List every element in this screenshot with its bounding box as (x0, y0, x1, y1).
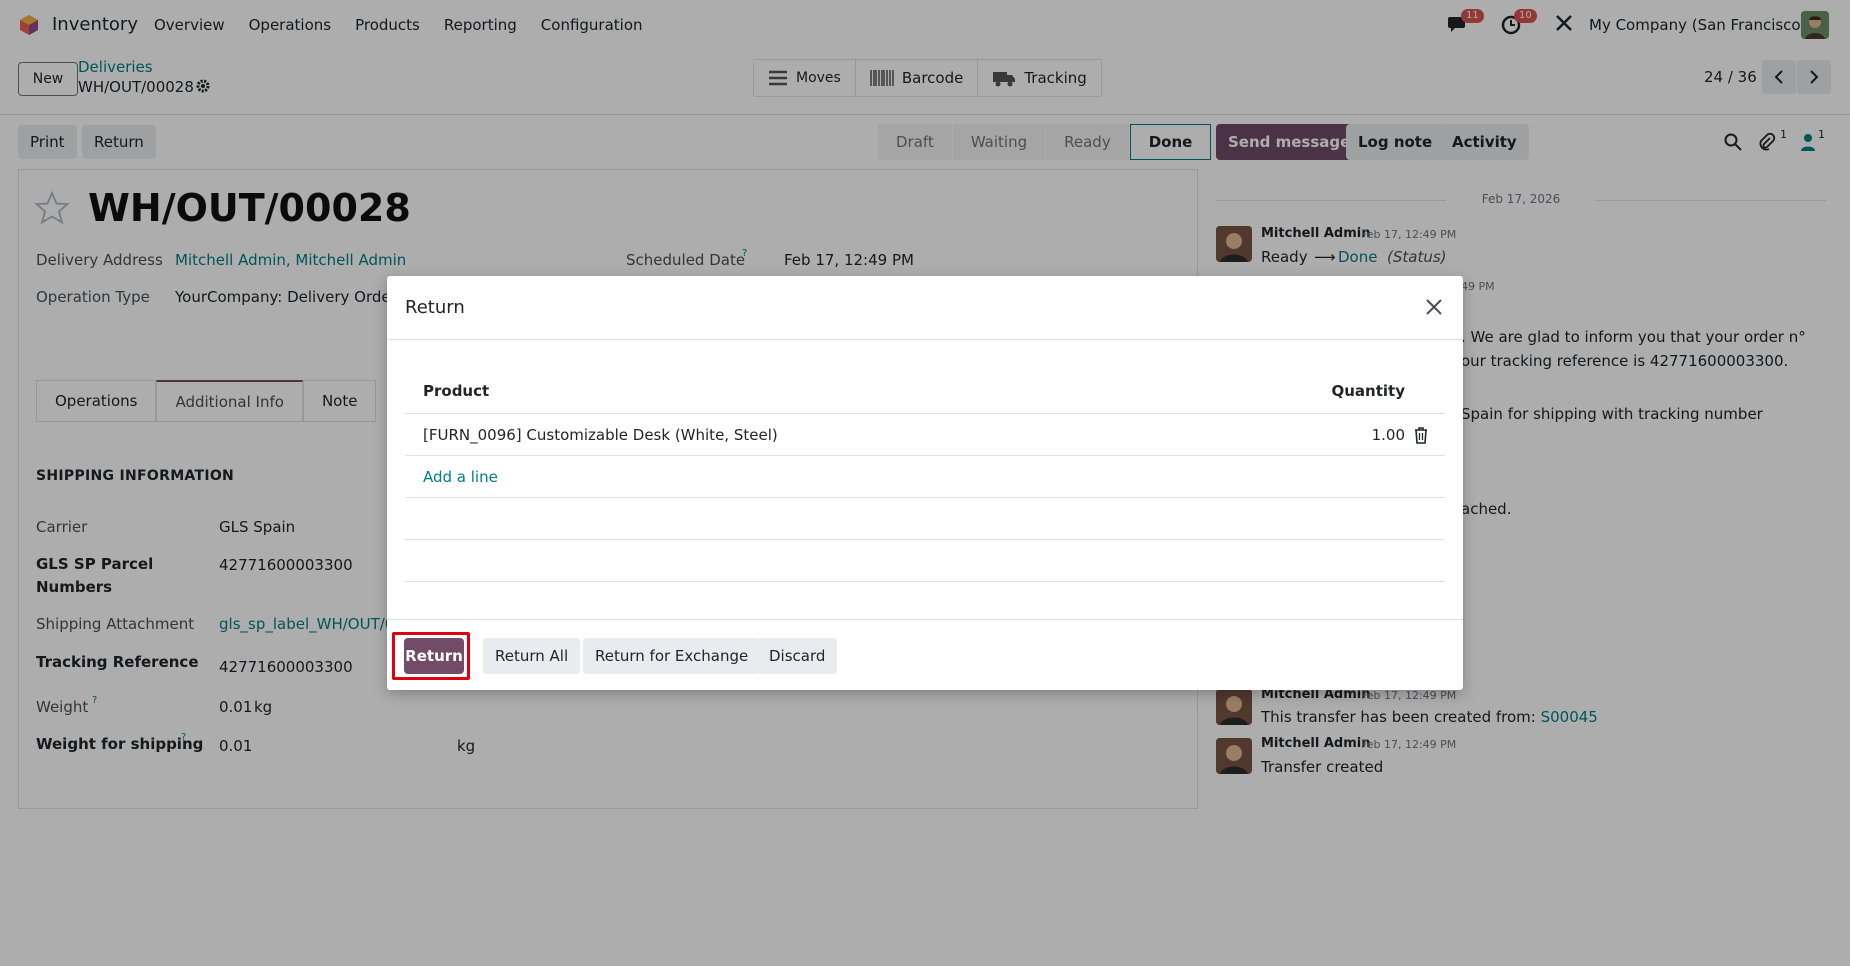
line-product[interactable]: [FURN_0096] Customizable Desk (White, St… (423, 426, 778, 444)
table-header: Product Quantity (405, 370, 1445, 414)
return-lines-table: Product Quantity [FURN_0096] Customizabl… (405, 370, 1445, 582)
page: Inventory Overview Operations Products R… (0, 0, 1850, 966)
column-quantity[interactable]: Quantity (1332, 382, 1406, 400)
column-product[interactable]: Product (423, 382, 489, 400)
empty-row (405, 498, 1445, 540)
add-line-link[interactable]: Add a line (423, 468, 498, 486)
trash-icon[interactable] (1413, 426, 1429, 444)
annotation-highlight-box (392, 632, 470, 680)
add-line-row: Add a line (405, 456, 1445, 498)
dialog-footer: Return Return All Return for Exchange Di… (387, 619, 1463, 690)
dialog-header: Return (387, 276, 1463, 340)
dialog-title: Return (405, 297, 465, 318)
close-icon[interactable] (1423, 296, 1445, 318)
line-quantity[interactable]: 1.00 (1372, 426, 1405, 444)
table-row[interactable]: [FURN_0096] Customizable Desk (White, St… (405, 414, 1445, 456)
empty-row (405, 540, 1445, 582)
return-all-button[interactable]: Return All (483, 638, 581, 674)
discard-button[interactable]: Discard (757, 638, 838, 674)
return-dialog: Return Product Quantity [FURN_0096] Cust… (387, 276, 1463, 690)
return-for-exchange-button[interactable]: Return for Exchange (583, 638, 761, 674)
